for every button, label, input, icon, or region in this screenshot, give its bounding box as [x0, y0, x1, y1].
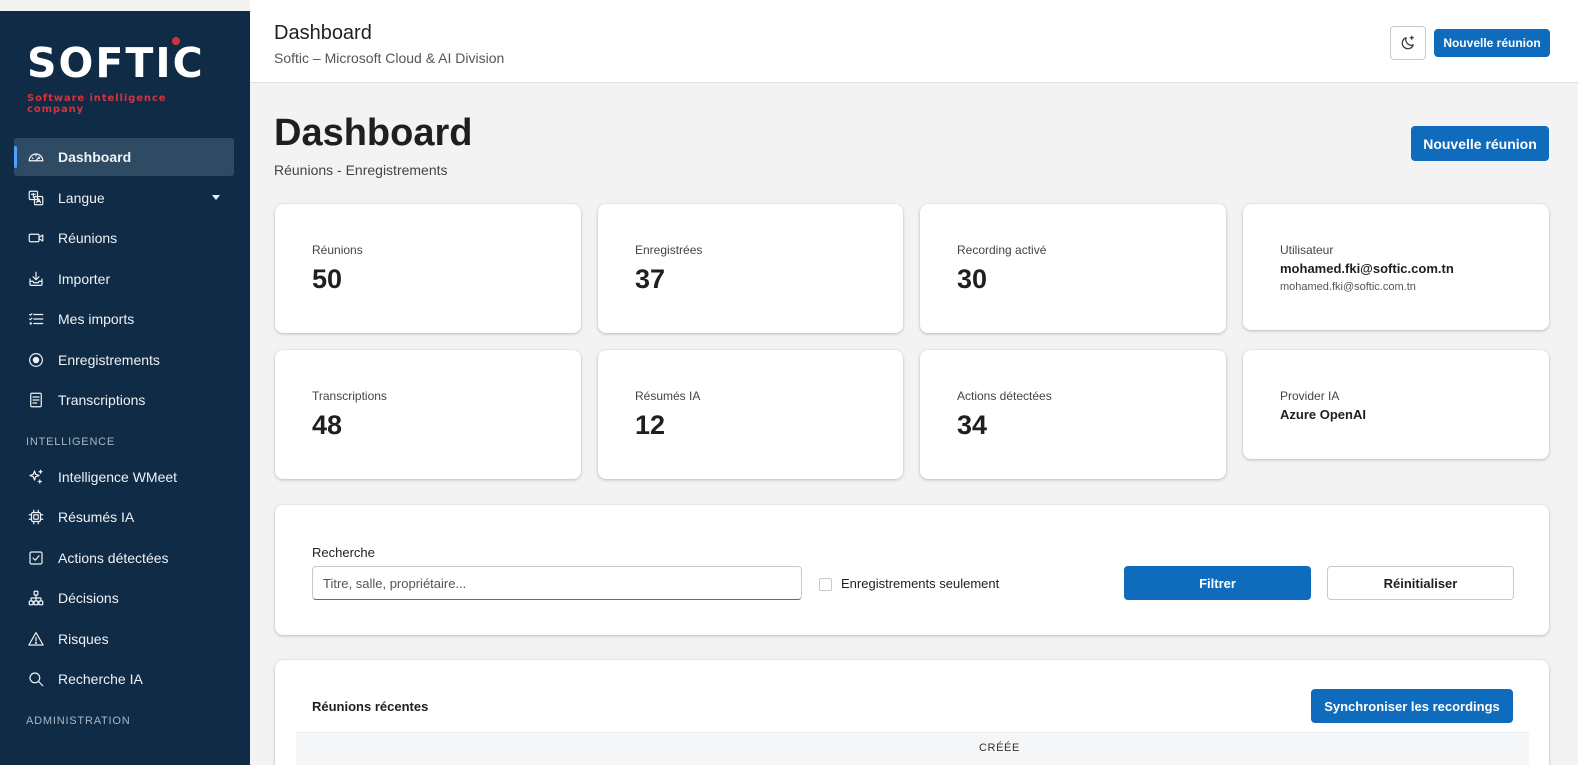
user-email-secondary: mohamed.fki@softic.com.tn	[1280, 281, 1416, 293]
sidebar: SOFTIC Software intelligence company Das…	[0, 11, 250, 765]
stat-value: 48	[312, 410, 343, 440]
import-icon	[27, 270, 45, 288]
sidebar-nav: Dashboard Langue Réunions Importer Mes i…	[14, 138, 234, 737]
logo-brand: SOFTIC	[27, 39, 205, 87]
theme-toggle-button[interactable]	[1390, 26, 1426, 60]
sidebar-item-label: Actions détectées	[58, 549, 169, 566]
stat-label: Enregistrées	[635, 243, 703, 257]
sidebar-item-enregistrements[interactable]: Enregistrements	[14, 341, 234, 379]
table-header: CRÉÉE	[296, 732, 1529, 765]
header-title: Dashboard	[274, 22, 372, 44]
stat-label: Résumés IA	[635, 389, 701, 403]
provider-card: Provider IA Azure OpenAI	[1243, 350, 1549, 459]
reset-button[interactable]: Réinitialiser	[1327, 566, 1514, 600]
header-subtitle: Softic – Microsoft Cloud & AI Division	[274, 50, 505, 66]
sidebar-item-recherche-ia[interactable]: Recherche IA	[14, 660, 234, 698]
page-title: Dashboard	[274, 112, 473, 154]
record-icon	[27, 351, 45, 369]
section-intelligence: INTELLIGENCE	[26, 435, 116, 448]
page-subtitle: Réunions - Enregistrements	[274, 162, 448, 178]
stat-card-transcriptions: Transcriptions 48	[275, 350, 581, 479]
stat-label: Recording activé	[957, 243, 1047, 257]
recordings-only-checkbox[interactable]	[819, 578, 832, 591]
sidebar-item-importer[interactable]: Importer	[14, 260, 234, 298]
video-icon	[27, 229, 45, 247]
sparkle-icon	[27, 468, 45, 486]
sidebar-item-label: Dashboard	[58, 149, 132, 165]
translate-icon	[27, 189, 45, 207]
search-label: Recherche	[312, 545, 375, 560]
stat-value: 34	[957, 410, 988, 440]
sidebar-item-resumes-ia[interactable]: Résumés IA	[14, 498, 234, 536]
chevron-down-icon	[212, 194, 220, 200]
checkbox-icon	[27, 549, 45, 567]
dashboard-icon	[27, 148, 45, 166]
sidebar-item-label: Recherche IA	[58, 671, 143, 687]
user-card: Utilisateur mohamed.fki@softic.com.tn mo…	[1243, 204, 1549, 330]
user-label: Utilisateur	[1280, 243, 1334, 257]
chip-icon	[27, 508, 45, 526]
sidebar-item-label: Transcriptions	[58, 392, 146, 408]
sidebar-item-transcriptions[interactable]: Transcriptions	[14, 381, 234, 419]
softic-logo[interactable]: SOFTIC Software intelligence company	[27, 37, 227, 115]
filter-button[interactable]: Filtrer	[1124, 566, 1311, 600]
sidebar-item-label: Intelligence WMeet	[58, 468, 178, 485]
sidebar-item-risques[interactable]: Risques	[14, 620, 234, 658]
recent-meetings-title: Réunions récentes	[312, 699, 429, 714]
search-input[interactable]	[312, 566, 802, 600]
stat-card-resumes-ia: Résumés IA 12	[598, 350, 903, 479]
search-icon	[27, 670, 45, 688]
sidebar-item-actions-detectees[interactable]: Actions détectées	[14, 539, 234, 577]
recent-meetings-card: Réunions récentes Synchroniser les recor…	[275, 660, 1549, 765]
sidebar-item-intelligence-wmeet[interactable]: Intelligence WMeet	[14, 458, 234, 496]
stat-label: Actions détectées	[957, 389, 1052, 403]
document-icon	[27, 391, 45, 409]
warning-icon	[27, 630, 45, 648]
stat-card-recording-active: Recording activé 30	[920, 204, 1226, 333]
column-header-created[interactable]: CRÉÉE	[979, 742, 1020, 754]
sidebar-item-langue[interactable]: Langue	[14, 179, 234, 217]
stat-card-enregistrees: Enregistrées 37	[598, 204, 903, 333]
sidebar-item-label: Décisions	[58, 590, 119, 606]
moon-sparkle-icon	[1399, 34, 1417, 52]
sidebar-item-reunions[interactable]: Réunions	[14, 219, 234, 257]
sidebar-item-label: Enregistrements	[58, 351, 160, 368]
sidebar-item-decisions[interactable]: Décisions	[14, 579, 234, 617]
logo-tagline: Software intelligence company	[27, 93, 167, 115]
stat-label: Réunions	[312, 243, 363, 257]
stat-value: 12	[635, 410, 666, 440]
stat-card-actions-detectees: Actions détectées 34	[920, 350, 1226, 479]
stat-value: 37	[635, 264, 666, 294]
provider-value: Azure OpenAI	[1280, 407, 1366, 422]
sidebar-item-label: Risques	[58, 630, 109, 647]
list-icon	[27, 310, 45, 328]
sidebar-item-label: Réunions	[58, 230, 118, 246]
stat-card-reunions: Réunions 50	[275, 204, 581, 333]
stat-value: 50	[312, 264, 343, 294]
recordings-only-label[interactable]: Enregistrements seulement	[841, 576, 999, 591]
sidebar-item-label: Résumés IA	[58, 509, 135, 525]
sidebar-item-label: Mes imports	[58, 311, 135, 327]
org-chart-icon	[27, 589, 45, 607]
stat-label: Transcriptions	[312, 389, 387, 403]
provider-label: Provider IA	[1280, 389, 1340, 403]
new-meeting-button[interactable]: Nouvelle réunion	[1411, 126, 1549, 161]
header-new-meeting-button[interactable]: Nouvelle réunion	[1434, 29, 1550, 57]
sidebar-item-label: Importer	[58, 270, 111, 287]
user-email: mohamed.fki@softic.com.tn	[1280, 261, 1454, 276]
stat-value: 30	[957, 264, 988, 294]
sidebar-item-dashboard[interactable]: Dashboard	[14, 138, 234, 176]
sidebar-item-label: Langue	[58, 189, 105, 206]
logo-dot	[172, 37, 180, 45]
sync-recordings-button[interactable]: Synchroniser les recordings	[1311, 689, 1513, 723]
section-administration: ADMINISTRATION	[26, 714, 131, 727]
sidebar-item-mes-imports[interactable]: Mes imports	[14, 300, 234, 338]
top-header: Dashboard Softic – Microsoft Cloud & AI …	[250, 0, 1578, 83]
filter-card: Recherche Enregistrements seulement Filt…	[275, 505, 1549, 635]
